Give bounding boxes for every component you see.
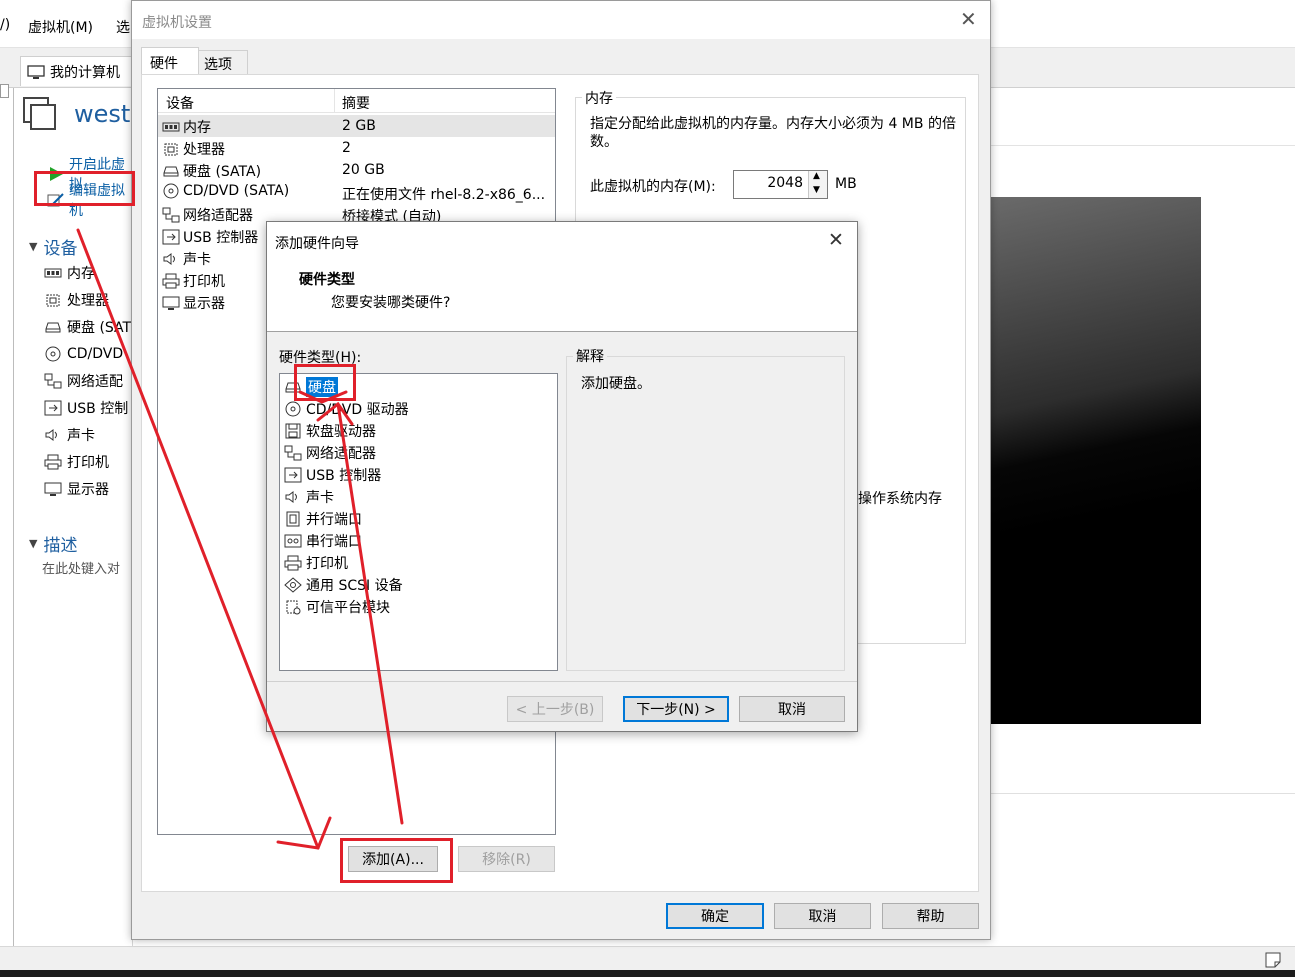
annotation-arrows — [76, 228, 404, 850]
arrow-head-harddisk — [316, 401, 354, 426]
arrow-to-add-button — [76, 228, 320, 850]
arrow-to-harddisk — [336, 402, 404, 825]
arrow-head-harddisk-2 — [298, 390, 348, 404]
arrow-head-add — [276, 816, 332, 850]
